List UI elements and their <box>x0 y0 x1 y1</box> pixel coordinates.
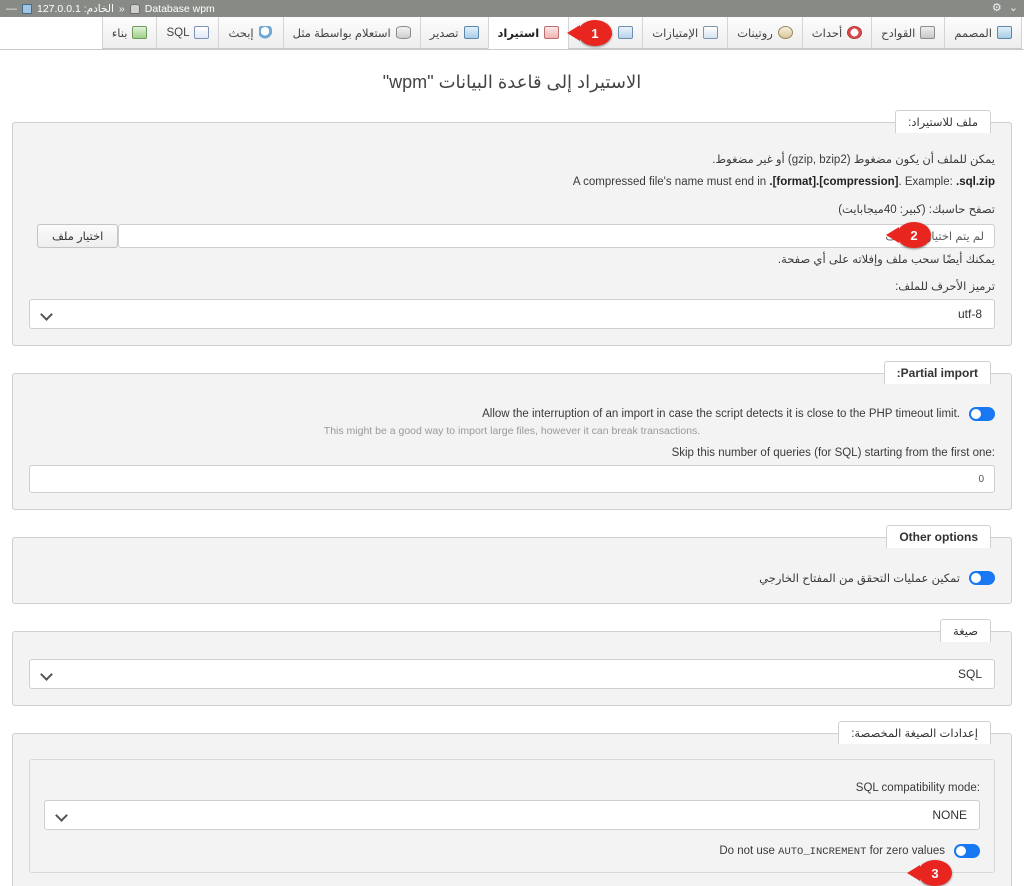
file-to-import-legend: ملف للاستيراد: <box>895 110 991 133</box>
format-note-prefix: A compressed file's name must end in <box>572 175 770 188</box>
drag-drop-note: يمكنك أيضًا سحب ملف وإفلاته على أي صفحة. <box>777 253 995 266</box>
tab-import[interactable]: استيراد <box>487 17 569 49</box>
chevron-down-icon <box>57 810 68 821</box>
interrupt-note: This might be a good way to import large… <box>323 425 701 438</box>
tab-import-label: استيراد <box>497 27 540 40</box>
format-specific-section: إعدادات الصيغة المخصصة: SQL compatibilit… <box>12 721 1012 886</box>
charset-label: ترميز الأحرف للملف: <box>895 281 995 294</box>
tab-triggers[interactable]: القوادح <box>871 17 945 49</box>
tab-sql-label: SQL <box>166 26 190 39</box>
tab-export-label: تصدير <box>429 27 459 40</box>
query-icon <box>395 26 411 39</box>
build-icon <box>132 26 148 39</box>
skip-queries-value: 0 <box>978 473 984 485</box>
database-icon <box>129 3 140 14</box>
operations-icon <box>618 26 634 39</box>
tab-build-label: بناء <box>111 27 128 40</box>
import-page: الاستيراد إلى قاعدة البيانات "wpm" ملف ل… <box>0 72 1024 886</box>
charset-select[interactable]: utf-8 <box>29 299 995 330</box>
auto-increment-prefix: Do not use <box>719 844 779 857</box>
tab-query-by-example[interactable]: استعلام بواسطة مثل <box>282 17 420 49</box>
page-title: الاستيراد إلى قاعدة البيانات "wpm" <box>382 72 642 92</box>
file-upload-row: اختيار ملف لم يتم اختيار اي ملف <box>29 223 995 248</box>
tab-designer[interactable]: المصمم <box>944 17 1022 49</box>
foreign-key-toggle[interactable] <box>969 571 995 586</box>
skip-queries-label: Skip this number of queries (for SQL) st… <box>671 447 995 460</box>
tab-operations-label: عمليات <box>578 27 614 40</box>
chevron-down-icon <box>42 309 53 320</box>
main-tabbar: المصمم القوادح أحداث روتينات الإمتيازات … <box>0 17 1024 50</box>
skip-queries-input[interactable]: 0 <box>29 465 995 494</box>
privileges-icon <box>703 26 719 39</box>
tab-query-label: استعلام بواسطة مثل <box>292 27 391 40</box>
foreign-key-label: تمكين عمليات التحقق من المفتاح الخارجي <box>759 573 960 586</box>
compat-mode-label: SQL compatibility mode: <box>855 782 980 795</box>
file-input-display[interactable]: لم يتم اختيار اي ملف <box>118 223 995 248</box>
window-controls-left: ⌄ ⚙ <box>992 3 1020 14</box>
tab-designer-label: المصمم <box>954 27 992 40</box>
chevron-down-icon <box>42 669 53 680</box>
foreign-key-row: تمكين عمليات التحقق من المفتاح الخارجي <box>29 571 995 586</box>
charset-select-value: utf-8 <box>957 307 982 322</box>
system-topbar: ⌄ ⚙ Database wpm « الخادم: 127.0.0.1 — <box>0 0 1024 17</box>
format-section: صيغة SQL <box>12 619 1012 707</box>
tab-events-label: أحداث <box>811 27 843 40</box>
tab-routines[interactable]: روتينات <box>727 17 802 49</box>
tab-search[interactable]: إبحث <box>218 17 283 49</box>
other-options-legend: Other options <box>886 525 991 549</box>
tab-build[interactable]: بناء <box>101 17 157 49</box>
allow-interrupt-row: Allow the interruption of an import in c… <box>29 407 995 422</box>
tab-export[interactable]: تصدير <box>419 17 488 49</box>
settings-gear-icon[interactable]: ⚙ <box>992 3 1002 14</box>
export-icon <box>463 26 479 39</box>
format-legend: صيغة <box>940 619 991 643</box>
auto-increment-label: Do not use AUTO_INCREMENT for zero value… <box>719 845 945 858</box>
tab-privileges-label: الإمتيازات <box>652 27 699 40</box>
breadcrumb: Database wpm « الخادم: 127.0.0.1 — <box>4 3 215 15</box>
tab-privileges[interactable]: الإمتيازات <box>642 17 728 49</box>
allow-interrupt-toggle[interactable] <box>969 407 995 422</box>
format-note: A compressed file's name must end in .[f… <box>29 174 995 192</box>
tab-sql[interactable]: SQL <box>156 17 219 49</box>
designer-icon <box>997 26 1012 39</box>
server-icon <box>22 3 32 14</box>
collapse-icon[interactable]: ⌄ <box>1009 3 1018 14</box>
partial-import-legend: Partial import: <box>883 361 991 385</box>
partial-import-section: Partial import: Allow the interruption o… <box>12 361 1012 511</box>
auto-increment-suffix: for zero values <box>866 844 945 857</box>
triggers-icon <box>920 26 936 39</box>
window-minimize-icon[interactable]: — <box>4 3 17 15</box>
tab-triggers-label: القوادح <box>881 27 916 40</box>
other-options-section: Other options تمكين عمليات التحقق من الم… <box>12 525 1012 605</box>
format-specific-legend: إعدادات الصيغة المخصصة: <box>838 721 991 745</box>
auto-increment-keyword: AUTO_INCREMENT <box>778 845 867 858</box>
format-specific-inner: SQL compatibility mode: NONE Do not use … <box>29 759 995 874</box>
breadcrumb-server-label[interactable]: الخادم: 127.0.0.1 <box>37 3 114 15</box>
tab-operations[interactable]: عمليات <box>568 17 643 49</box>
format-select-value: SQL <box>957 667 982 682</box>
routines-icon <box>777 26 793 39</box>
search-icon <box>258 26 274 39</box>
import-icon <box>544 26 560 39</box>
format-select[interactable]: SQL <box>29 659 995 690</box>
tab-routines-label: روتينات <box>737 27 773 40</box>
format-note-bold2: .sql.zip <box>956 175 995 188</box>
compat-mode-value: NONE <box>932 808 967 823</box>
breadcrumb-separator: « <box>118 2 125 15</box>
allow-interrupt-label: Allow the interruption of an import in c… <box>482 408 960 421</box>
tab-search-label: إبحث <box>228 27 254 40</box>
compat-mode-select[interactable]: NONE <box>44 800 980 831</box>
choose-file-button[interactable]: اختيار ملف <box>37 223 119 248</box>
auto-increment-toggle[interactable] <box>954 844 980 859</box>
format-note-mid: . Example: <box>898 175 957 188</box>
sql-icon <box>194 26 210 39</box>
events-icon <box>847 26 863 39</box>
breadcrumb-database-label[interactable]: Database wpm <box>145 3 215 15</box>
auto-increment-row: Do not use AUTO_INCREMENT for zero value… <box>44 844 980 859</box>
compression-note: يمكن للملف أن يكون مضغوط (gzip, bzip2) أ… <box>712 154 995 166</box>
tab-events[interactable]: أحداث <box>801 17 872 49</box>
format-note-bold: .[format].[compression] <box>769 175 899 188</box>
file-to-import-section: ملف للاستيراد: يمكن للملف أن يكون مضغوط … <box>12 110 1012 347</box>
browse-label: تصفح حاسبك: (كبير: 40ميجابايت) <box>838 203 995 216</box>
